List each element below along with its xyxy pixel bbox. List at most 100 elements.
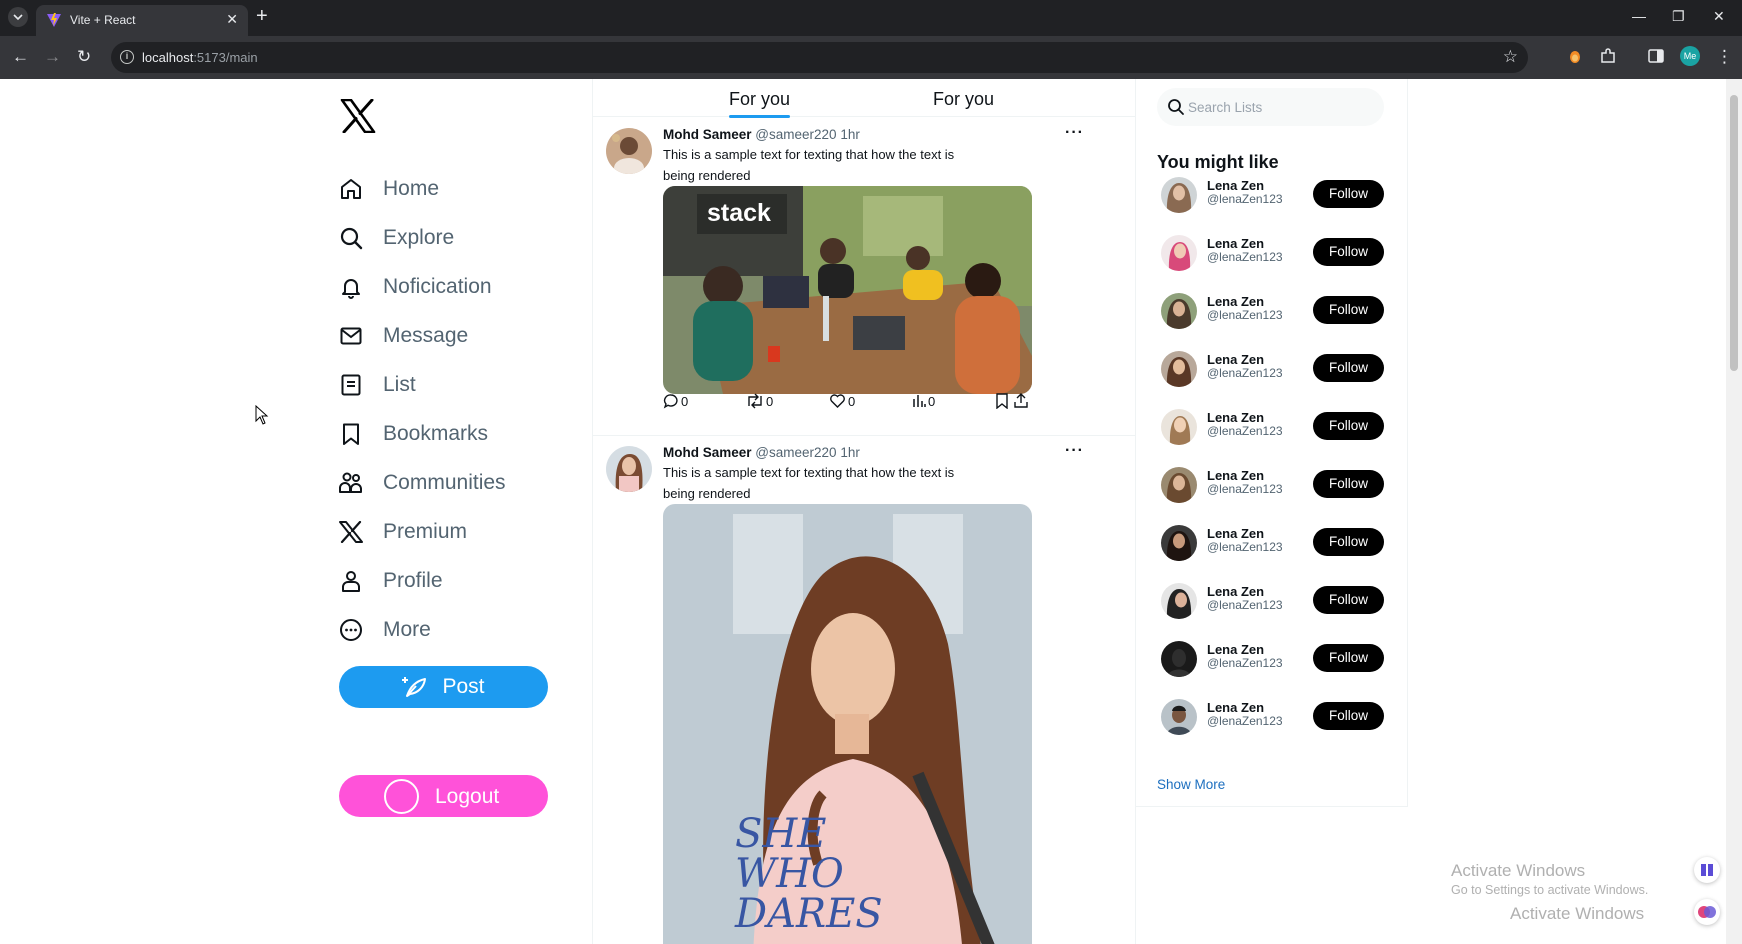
bookmark-tweet-button[interactable]	[995, 393, 1011, 409]
extensions-puzzle-icon[interactable]	[1599, 47, 1617, 65]
feather-icon	[402, 677, 427, 697]
avatar[interactable]	[1161, 583, 1197, 619]
more-circle-icon	[338, 617, 364, 643]
window-close-icon[interactable]: ✕	[1713, 8, 1725, 25]
tab-for-you-second[interactable]: For you	[933, 89, 994, 110]
nav-premium[interactable]: Premium	[338, 516, 467, 548]
avatar[interactable]	[606, 446, 652, 492]
follow-button[interactable]: Follow	[1313, 180, 1384, 208]
tweet[interactable]: Mohd Sameer @sameer220 1hr ··· This is a…	[593, 118, 1135, 436]
follow-button[interactable]: Follow	[1313, 412, 1384, 440]
follow-button[interactable]: Follow	[1313, 470, 1384, 498]
avatar[interactable]	[1161, 351, 1197, 387]
browser-tab[interactable]: Vite + React ✕	[36, 5, 248, 36]
new-tab-button[interactable]: +	[256, 6, 268, 26]
avatar[interactable]	[606, 128, 652, 174]
tweet[interactable]: Mohd Sameer @sameer220 1hr ··· This is a…	[593, 436, 1135, 944]
nav-explore[interactable]: Explore	[338, 222, 454, 254]
suggestion-item[interactable]: Lena Zen @lenaZen123 Follow	[1157, 465, 1387, 505]
suggestion-item[interactable]: Lena Zen @lenaZen123 Follow	[1157, 639, 1387, 679]
follow-button[interactable]: Follow	[1313, 354, 1384, 382]
browser-menu-icon[interactable]: ⋮	[1716, 47, 1733, 67]
tweet-author-name[interactable]: Mohd Sameer	[663, 127, 752, 142]
image-sign-text: stack	[707, 199, 771, 227]
logout-button[interactable]: Logout	[339, 775, 548, 817]
nav-home[interactable]: Home	[338, 173, 439, 205]
forward-icon[interactable]: →	[44, 47, 61, 67]
suggestion-item[interactable]: Lena Zen @lenaZen123 Follow	[1157, 523, 1387, 563]
follow-button[interactable]: Follow	[1313, 296, 1384, 324]
tweet-image[interactable]: stack	[663, 186, 1032, 394]
search-input[interactable]	[1188, 97, 1368, 117]
nav-profile[interactable]: Profile	[338, 565, 443, 597]
tweet-author-handle[interactable]: @sameer220	[755, 127, 836, 142]
nav-label: Premium	[383, 520, 468, 543]
nav-notification[interactable]: Noficication	[338, 271, 492, 303]
tab-for-you[interactable]: For you	[729, 89, 791, 118]
search-box[interactable]	[1157, 88, 1384, 126]
extension-fox-icon[interactable]	[1566, 47, 1584, 65]
copilot-icon[interactable]	[1694, 899, 1720, 925]
suggestion-item[interactable]: Lena Zen @lenaZen123 Follow	[1157, 175, 1387, 215]
reload-icon[interactable]: ↻	[77, 47, 91, 67]
reply-button[interactable]: 0	[663, 393, 688, 409]
tweet-more-icon[interactable]: ···	[1065, 442, 1084, 460]
reading-mode-icon[interactable]	[1694, 857, 1720, 883]
follow-button[interactable]: Follow	[1313, 702, 1384, 730]
post-button-label: Post	[442, 675, 485, 698]
suggestion-name: Lena Zen	[1207, 642, 1265, 657]
share-button[interactable]	[1013, 393, 1031, 409]
address-bar[interactable]: i localhost:5173/main ☆	[111, 42, 1528, 73]
profile-avatar[interactable]: Me	[1680, 46, 1700, 66]
avatar[interactable]	[1161, 235, 1197, 271]
suggestion-name: Lena Zen	[1207, 584, 1265, 599]
page-scrollbar[interactable]	[1726, 79, 1742, 944]
bookmark-star-icon[interactable]: ☆	[1503, 47, 1518, 67]
suggestion-item[interactable]: Lena Zen @lenaZen123 Follow	[1157, 581, 1387, 621]
follow-button[interactable]: Follow	[1313, 586, 1384, 614]
minimize-icon[interactable]: —	[1632, 8, 1646, 24]
post-button[interactable]: Post	[339, 666, 548, 708]
tab-close-icon[interactable]: ✕	[226, 11, 238, 28]
x-logo-icon[interactable]	[340, 99, 376, 133]
avatar[interactable]	[1161, 641, 1197, 677]
suggestion-handle: @lenaZen123	[1207, 598, 1283, 612]
tweet-image[interactable]: SHE WHO DARES	[663, 504, 1032, 944]
avatar[interactable]	[1161, 293, 1197, 329]
follow-button[interactable]: Follow	[1313, 238, 1384, 266]
avatar[interactable]	[1161, 699, 1197, 735]
tweet-author-handle[interactable]: @sameer220	[755, 445, 836, 460]
avatar[interactable]	[1161, 409, 1197, 445]
retweet-button[interactable]: 0	[746, 393, 773, 409]
suggestion-item[interactable]: Lena Zen @lenaZen123 Follow	[1157, 233, 1387, 273]
back-icon[interactable]: ←	[12, 47, 29, 67]
avatar[interactable]	[1161, 467, 1197, 503]
nav-bookmarks[interactable]: Bookmarks	[338, 418, 488, 450]
like-button[interactable]: 0	[829, 393, 855, 409]
suggestion-item[interactable]: Lena Zen @lenaZen123 Follow	[1157, 291, 1387, 331]
scrollbar-thumb[interactable]	[1730, 95, 1738, 371]
views-button[interactable]: 0	[912, 393, 935, 409]
nav-list[interactable]: List	[338, 369, 416, 401]
nav-label: Bookmarks	[383, 422, 489, 445]
suggestion-item[interactable]: Lena Zen @lenaZen123 Follow	[1157, 407, 1387, 447]
avatar[interactable]	[1161, 525, 1197, 561]
suggestion-name: Lena Zen	[1207, 352, 1265, 367]
show-more-link[interactable]: Show More	[1157, 777, 1225, 792]
nav-communities[interactable]: Communities	[338, 467, 506, 499]
restore-icon[interactable]: ❐	[1672, 8, 1685, 25]
follow-button[interactable]: Follow	[1313, 644, 1384, 672]
suggestion-item[interactable]: Lena Zen @lenaZen123 Follow	[1157, 349, 1387, 389]
side-panel-icon[interactable]	[1647, 47, 1665, 65]
tweet-author-name[interactable]: Mohd Sameer	[663, 445, 752, 460]
tab-search-button[interactable]	[8, 7, 28, 27]
chevron-down-icon	[13, 14, 23, 21]
nav-more[interactable]: More	[338, 614, 431, 646]
nav-message[interactable]: Message	[338, 320, 468, 352]
avatar[interactable]	[1161, 177, 1197, 213]
suggestion-item[interactable]: Lena Zen @lenaZen123 Follow	[1157, 697, 1387, 737]
follow-button[interactable]: Follow	[1313, 528, 1384, 556]
tweet-more-icon[interactable]: ···	[1065, 124, 1084, 142]
watermark-title: Activate Windows	[1451, 861, 1586, 880]
site-info-icon[interactable]: i	[120, 50, 134, 64]
